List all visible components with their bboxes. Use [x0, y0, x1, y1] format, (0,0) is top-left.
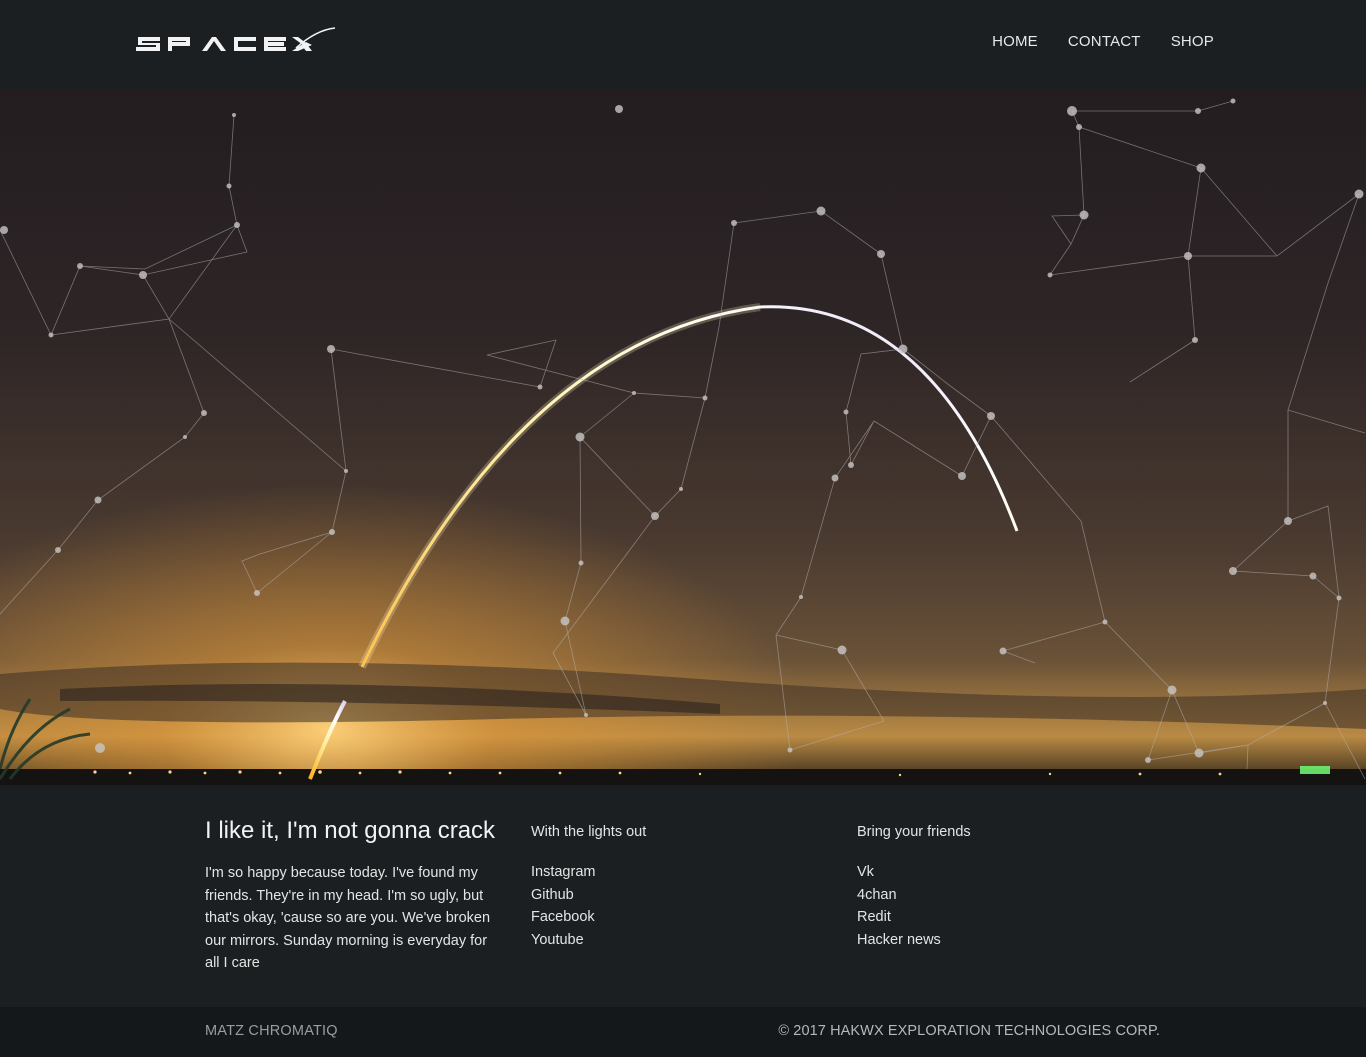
content-section: I like it, I'm not gonna crack I'm so ha… — [0, 785, 1366, 1007]
main-nav: HOME CONTACT SHOP — [992, 33, 1214, 50]
intro-body: I'm so happy because today. I've found m… — [205, 865, 491, 972]
hero-image — [0, 89, 1366, 785]
links-left-list: Instagram Github Facebook Youtube — [531, 861, 831, 951]
site-header: HOME CONTACT SHOP — [0, 0, 1366, 89]
rocket-launch-image — [0, 89, 1366, 785]
list-item: Redit — [857, 906, 1157, 929]
intro-title: I like it, I'm not gonna crack — [205, 817, 496, 844]
links-column-left: With the lights out Instagram Github Fac… — [531, 785, 831, 951]
links-right-heading: Bring your friends — [857, 824, 971, 840]
list-item: Hacker news — [857, 929, 1157, 952]
list-item: Instagram — [531, 861, 831, 884]
nav-home[interactable]: HOME — [992, 33, 1038, 50]
4chan-link[interactable]: 4chan — [857, 887, 897, 903]
links-right-list: Vk 4chan Redit Hacker news — [857, 861, 1157, 951]
list-item: Youtube — [531, 929, 831, 952]
site-footer: MATZ CHROMATIQ © 2017 HAKWX EXPLORATION … — [0, 1007, 1366, 1057]
vk-link[interactable]: Vk — [857, 864, 874, 880]
facebook-link[interactable]: Facebook — [531, 909, 595, 925]
links-left-heading: With the lights out — [531, 824, 647, 840]
footer-author: MATZ CHROMATIQ — [205, 1023, 338, 1039]
reddit-link[interactable]: Redit — [857, 909, 891, 925]
youtube-link[interactable]: Youtube — [531, 932, 584, 948]
links-column-right: Bring your friends Vk 4chan Redit Hacker… — [857, 785, 1157, 951]
instagram-link[interactable]: Instagram — [531, 864, 595, 880]
hacker-news-link[interactable]: Hacker news — [857, 932, 941, 948]
list-item: Github — [531, 884, 831, 907]
nav-shop[interactable]: SHOP — [1171, 33, 1214, 50]
list-item: Vk — [857, 861, 1157, 884]
list-item: 4chan — [857, 884, 1157, 907]
spacex-logo[interactable] — [136, 26, 336, 54]
footer-copyright: © 2017 HAKWX EXPLORATION TECHNOLOGIES CO… — [778, 1023, 1160, 1039]
nav-contact[interactable]: CONTACT — [1068, 33, 1141, 50]
intro-column: I like it, I'm not gonna crack I'm so ha… — [205, 785, 505, 975]
list-item: Facebook — [531, 906, 831, 929]
github-link[interactable]: Github — [531, 887, 574, 903]
